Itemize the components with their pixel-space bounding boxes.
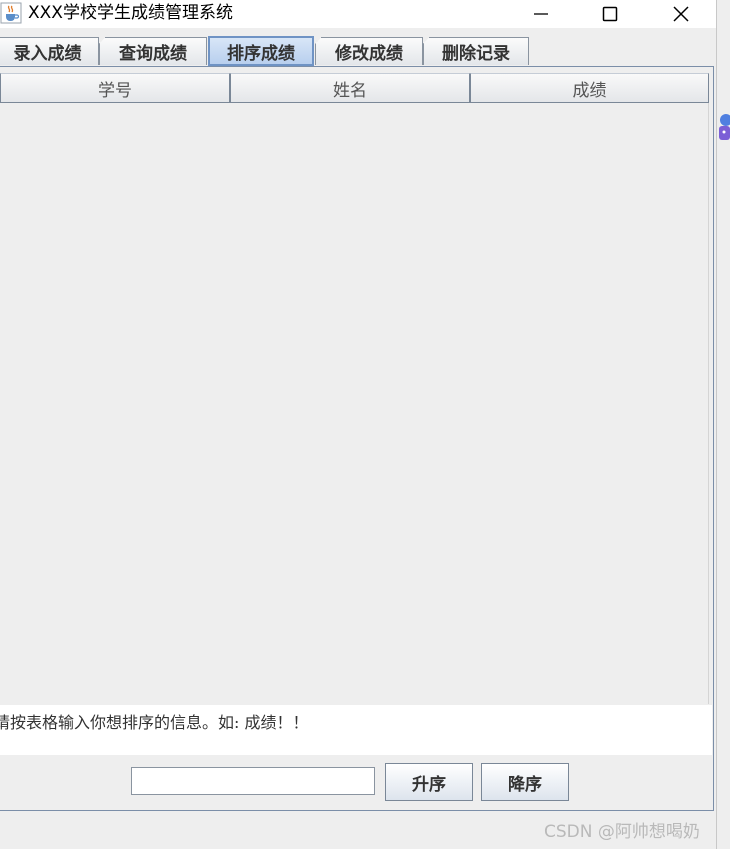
app-window: XXX学校学生成绩管理系统 录入成绩 查询成绩 排序成绩 修改成绩 删除记录 学…	[0, 0, 717, 849]
tab-delete-records[interactable]: 删除记录	[423, 37, 529, 65]
hint-text: 请按表格输入你想排序的信息。如: 成绩！！	[0, 713, 309, 732]
hint-area: 请按表格输入你想排序的信息。如: 成绩！！	[0, 705, 712, 755]
window-title: XXX学校学生成绩管理系统	[28, 3, 233, 23]
sort-field-input[interactable]	[131, 767, 375, 795]
close-icon	[673, 6, 689, 22]
close-button[interactable]	[658, 0, 704, 28]
assistant-icon[interactable]	[717, 110, 730, 150]
minimize-icon	[534, 13, 548, 15]
table-body[interactable]	[0, 103, 709, 704]
column-header-score[interactable]: 成绩	[470, 73, 709, 103]
sort-panel: 学号 姓名 成绩 请按表格输入你想排序的信息。如: 成绩！！ 升序 降序	[0, 66, 714, 811]
minimize-button[interactable]	[518, 0, 564, 28]
maximize-icon	[602, 6, 618, 22]
tab-bar: 录入成绩 查询成绩 排序成绩 修改成绩 删除记录	[0, 36, 716, 67]
tab-sort-scores[interactable]: 排序成绩	[208, 36, 314, 66]
tab-enter-scores[interactable]: 录入成绩	[0, 37, 99, 65]
watermark: CSDN @阿帅想喝奶	[544, 822, 700, 842]
column-header-student-id[interactable]: 学号	[0, 73, 230, 103]
java-cup-icon	[0, 2, 22, 24]
descending-button[interactable]: 降序	[481, 763, 569, 801]
tab-modify-scores[interactable]: 修改成绩	[315, 37, 423, 65]
title-bar[interactable]: XXX学校学生成绩管理系统	[0, 0, 716, 28]
tab-query-scores[interactable]: 查询成绩	[99, 37, 207, 65]
screen: XXX学校学生成绩管理系统 录入成绩 查询成绩 排序成绩 修改成绩 删除记录 学…	[0, 0, 730, 849]
table-header: 学号 姓名 成绩	[0, 73, 709, 103]
column-header-name[interactable]: 姓名	[230, 73, 470, 103]
ascending-button[interactable]: 升序	[385, 763, 473, 801]
maximize-button[interactable]	[587, 0, 633, 28]
